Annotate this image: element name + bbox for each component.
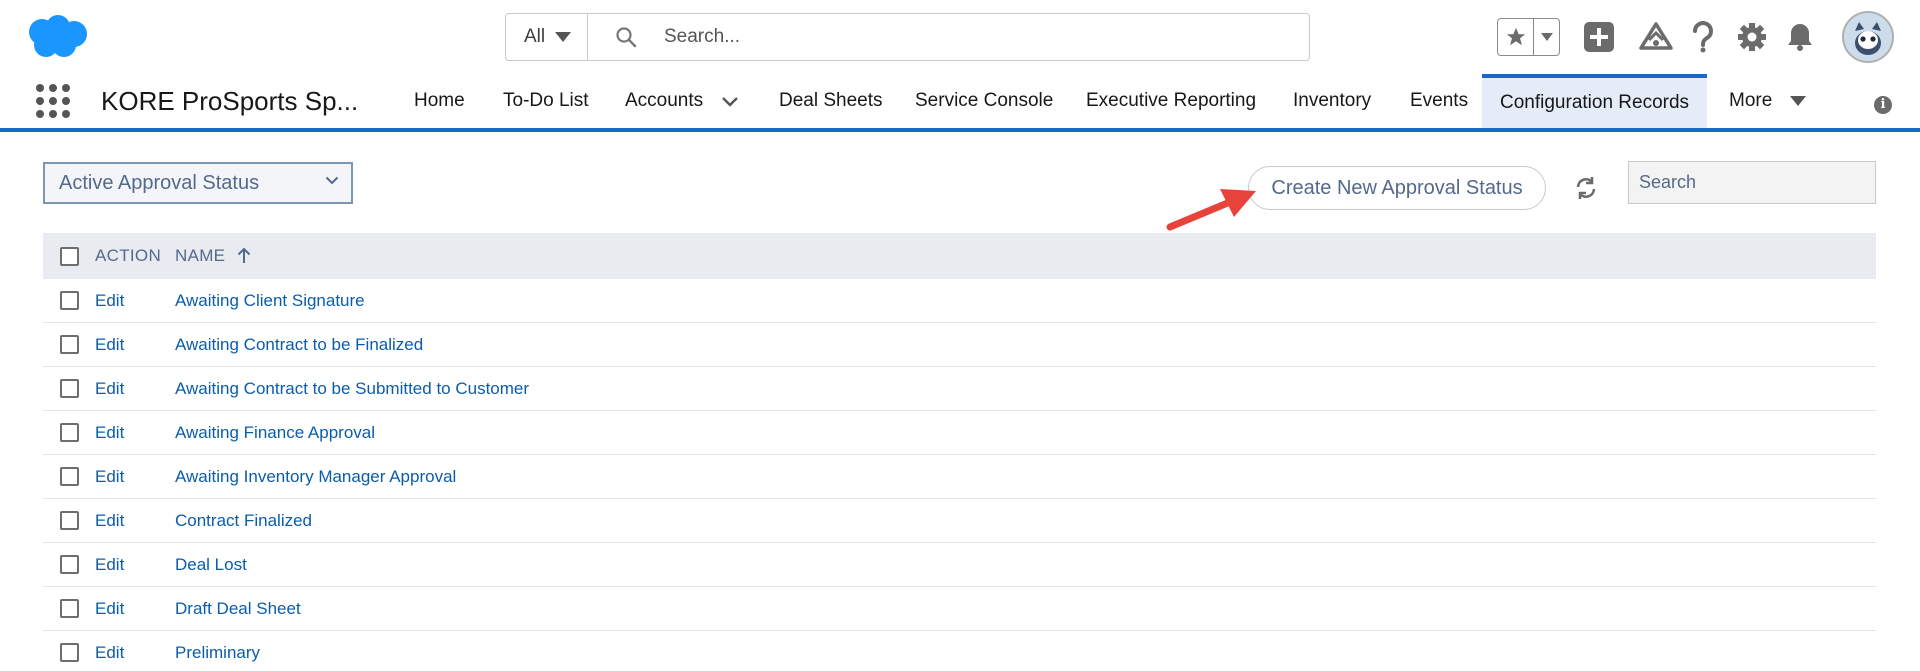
nav-tab-service-console[interactable]: Service Console bbox=[915, 74, 1053, 128]
nav-tab-deal-sheets[interactable]: Deal Sheets bbox=[779, 74, 883, 128]
info-icon[interactable]: i bbox=[1874, 96, 1892, 114]
create-new-approval-status-button[interactable]: Create New Approval Status bbox=[1248, 166, 1546, 210]
nav-tab-configuration-records[interactable]: Configuration Records bbox=[1482, 74, 1708, 128]
status-name-link[interactable]: Draft Deal Sheet bbox=[175, 599, 301, 619]
table-row: Edit Awaiting Finance Approval bbox=[43, 411, 1876, 455]
app-launcher-icon[interactable] bbox=[36, 84, 70, 118]
status-name-link[interactable]: Contract Finalized bbox=[175, 511, 312, 531]
refresh-icon[interactable] bbox=[1572, 174, 1600, 202]
status-name-link[interactable]: Deal Lost bbox=[175, 555, 247, 575]
nav-tab-inventory[interactable]: Inventory bbox=[1293, 74, 1371, 128]
caret-down-icon bbox=[555, 32, 572, 42]
edit-link[interactable]: Edit bbox=[95, 511, 124, 531]
row-checkbox[interactable] bbox=[60, 599, 79, 618]
nav-tab-accounts[interactable]: Accounts bbox=[625, 74, 739, 128]
sort-arrow-up-icon[interactable] bbox=[237, 248, 251, 264]
table-row: Edit Awaiting Client Signature bbox=[43, 279, 1876, 323]
status-name-link[interactable]: Awaiting Client Signature bbox=[175, 291, 365, 311]
edit-link[interactable]: Edit bbox=[95, 599, 124, 619]
chevron-down-icon bbox=[325, 176, 339, 185]
caret-down-icon[interactable] bbox=[1790, 96, 1807, 106]
search-scope-dropdown[interactable]: All bbox=[506, 14, 588, 60]
favorites-button-group bbox=[1497, 18, 1560, 56]
nav-tab-events[interactable]: Events bbox=[1410, 74, 1468, 128]
row-checkbox[interactable] bbox=[60, 555, 79, 574]
edit-link[interactable]: Edit bbox=[95, 335, 124, 355]
edit-link[interactable]: Edit bbox=[95, 555, 124, 575]
global-search-input[interactable] bbox=[664, 14, 1309, 60]
status-name-link[interactable]: Preliminary bbox=[175, 643, 260, 663]
table-row: Edit Awaiting Contract to be Finalized bbox=[43, 323, 1876, 367]
table-row: Edit Draft Deal Sheet bbox=[43, 587, 1876, 631]
star-icon[interactable] bbox=[1498, 19, 1534, 55]
list-search-input[interactable] bbox=[1628, 161, 1876, 204]
row-checkbox[interactable] bbox=[60, 379, 79, 398]
nav-tab-to-do-list[interactable]: To-Do List bbox=[503, 74, 589, 128]
approval-status-table: ACTION NAME Edit Awaiting Client Signatu… bbox=[43, 233, 1876, 671]
status-name-link[interactable]: Awaiting Contract to be Submitted to Cus… bbox=[175, 379, 529, 399]
edit-link[interactable]: Edit bbox=[95, 291, 124, 311]
global-header: All bbox=[0, 0, 1920, 74]
nav-tab-executive-reporting[interactable]: Executive Reporting bbox=[1086, 74, 1256, 128]
app-name: KORE ProSports Sp... bbox=[101, 86, 359, 116]
row-checkbox[interactable] bbox=[60, 511, 79, 530]
row-checkbox[interactable] bbox=[60, 467, 79, 486]
chevron-down-icon[interactable] bbox=[721, 96, 739, 107]
column-header-action: ACTION bbox=[95, 246, 162, 265]
table-header: ACTION NAME bbox=[43, 233, 1876, 279]
search-icon bbox=[588, 14, 664, 60]
help-icon[interactable] bbox=[1684, 18, 1722, 56]
row-checkbox[interactable] bbox=[60, 423, 79, 442]
edit-link[interactable]: Edit bbox=[95, 423, 124, 443]
app-navigation: KORE ProSports Sp... Home To-Do List Acc… bbox=[0, 74, 1920, 132]
bell-icon[interactable] bbox=[1781, 18, 1819, 56]
column-header-name[interactable]: NAME bbox=[175, 246, 251, 266]
status-name-link[interactable]: Awaiting Inventory Manager Approval bbox=[175, 467, 456, 487]
status-name-link[interactable]: Awaiting Contract to be Finalized bbox=[175, 335, 423, 355]
annotation-arrow bbox=[1166, 189, 1256, 231]
row-checkbox[interactable] bbox=[60, 291, 79, 310]
edit-link[interactable]: Edit bbox=[95, 467, 124, 487]
add-icon[interactable] bbox=[1580, 18, 1618, 56]
trailhead-icon[interactable] bbox=[1637, 18, 1675, 56]
table-row: Edit Awaiting Contract to be Submitted t… bbox=[43, 367, 1876, 411]
select-all-checkbox[interactable] bbox=[60, 246, 79, 266]
table-row: Edit Awaiting Inventory Manager Approval bbox=[43, 455, 1876, 499]
row-checkbox[interactable] bbox=[60, 335, 79, 354]
salesforce-cloud-logo[interactable] bbox=[24, 14, 88, 60]
avatar[interactable] bbox=[1842, 11, 1894, 63]
row-checkbox[interactable] bbox=[60, 643, 79, 662]
table-row: Edit Contract Finalized bbox=[43, 499, 1876, 543]
edit-link[interactable]: Edit bbox=[95, 379, 124, 399]
global-search: All bbox=[505, 13, 1310, 61]
status-name-link[interactable]: Awaiting Finance Approval bbox=[175, 423, 375, 443]
favorites-dropdown-icon[interactable] bbox=[1534, 19, 1559, 55]
search-scope-label: All bbox=[524, 26, 546, 47]
nav-tab-home[interactable]: Home bbox=[414, 74, 465, 128]
edit-link[interactable]: Edit bbox=[95, 643, 124, 663]
gear-icon[interactable] bbox=[1733, 18, 1771, 56]
table-row: Edit Deal Lost bbox=[43, 543, 1876, 587]
table-row: Edit Preliminary bbox=[43, 631, 1876, 671]
nav-tab-more[interactable]: More bbox=[1729, 74, 1807, 128]
list-view-selector-label: Active Approval Status bbox=[59, 171, 260, 194]
list-view-selector[interactable]: Active Approval Status bbox=[43, 162, 353, 204]
